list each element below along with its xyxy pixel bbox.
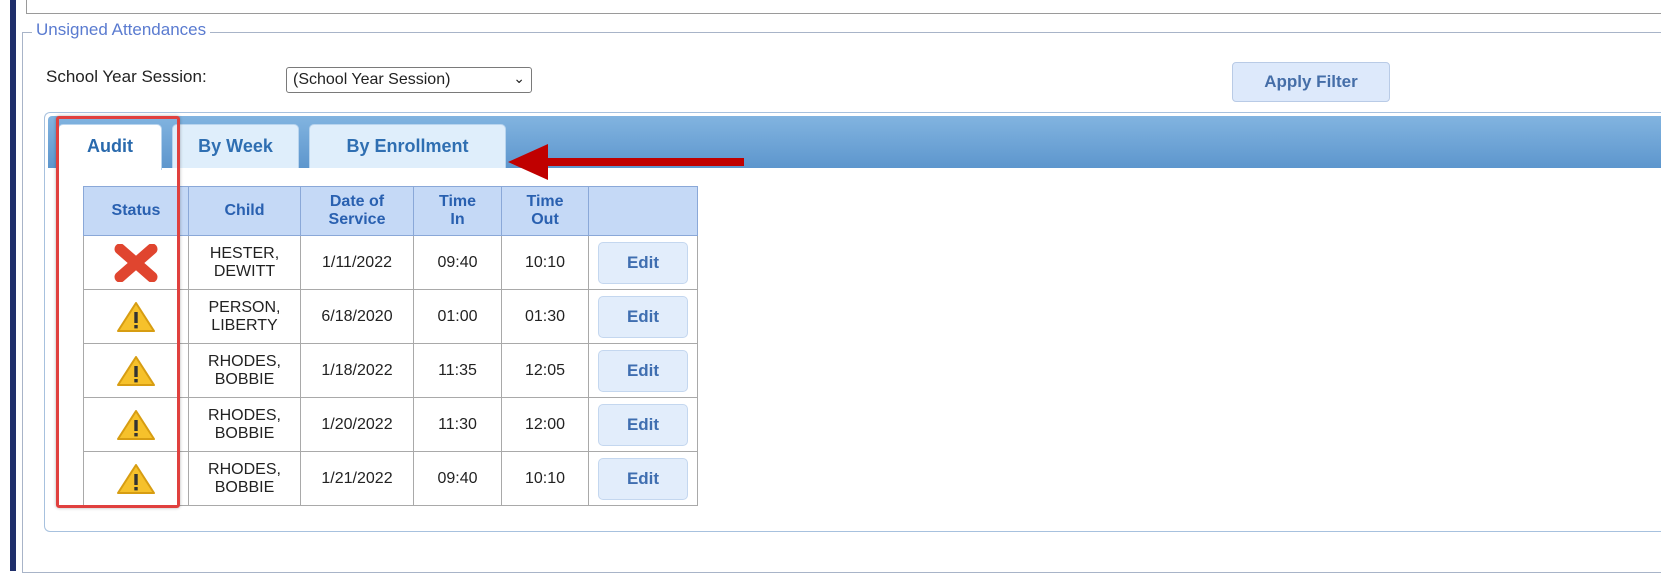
time-in-cell: 11:30: [413, 397, 502, 452]
edit-button[interactable]: Edit: [598, 241, 688, 284]
date-cell: 1/20/2022: [300, 397, 414, 452]
tab-by-enrollment[interactable]: By Enrollment: [309, 124, 506, 168]
edit-cell: Edit: [588, 343, 698, 398]
time-out-cell: 10:10: [501, 235, 589, 290]
time-out-cell: 10:10: [501, 451, 589, 506]
child-first-name: LIBERTY: [211, 316, 278, 334]
header-in-line2: In: [450, 211, 465, 228]
time-in-cell: 09:40: [413, 235, 502, 290]
edit-button[interactable]: Edit: [598, 457, 688, 500]
time-in-cell: 01:00: [413, 289, 502, 344]
child-last-name: RHODES,: [208, 352, 281, 370]
school-year-session-select[interactable]: (School Year Session) ⌄: [286, 67, 532, 93]
child-cell: HESTER, DEWITT: [188, 235, 301, 290]
header-out-line2: Out: [531, 211, 559, 228]
tab-by-week[interactable]: By Week: [172, 124, 299, 168]
child-last-name: HESTER,: [209, 244, 280, 262]
child-cell: PERSON, LIBERTY: [188, 289, 301, 344]
select-value: (School Year Session): [293, 71, 451, 88]
annotation-arrow-icon: [508, 144, 744, 180]
edit-cell: Edit: [588, 235, 698, 290]
child-first-name: BOBBIE: [214, 478, 275, 496]
edit-cell: Edit: [588, 289, 698, 344]
child-last-name: RHODES,: [208, 460, 281, 478]
edit-button[interactable]: Edit: [598, 295, 688, 338]
school-year-session-label: School Year Session:: [46, 67, 207, 86]
header-date-line2: Service: [328, 211, 386, 228]
chevron-down-icon: ⌄: [513, 70, 525, 86]
apply-filter-button[interactable]: Apply Filter: [1232, 62, 1390, 102]
date-cell: 1/11/2022: [300, 235, 414, 290]
header-out-line1: Time: [526, 193, 564, 210]
date-cell: 1/21/2022: [300, 451, 414, 506]
time-in-cell: 09:40: [413, 451, 502, 506]
header-time-out[interactable]: Time Out: [501, 186, 589, 236]
fieldset-legend: Unsigned Attendances: [32, 20, 211, 40]
child-cell: RHODES, BOBBIE: [188, 451, 301, 506]
time-out-cell: 12:00: [501, 397, 589, 452]
edit-button[interactable]: Edit: [598, 403, 688, 446]
child-first-name: BOBBIE: [214, 424, 275, 442]
header-child[interactable]: Child: [188, 186, 301, 236]
header-time-in[interactable]: Time In: [413, 186, 502, 236]
child-cell: RHODES, BOBBIE: [188, 397, 301, 452]
child-cell: RHODES, BOBBIE: [188, 343, 301, 398]
time-in-cell: 11:35: [413, 343, 502, 398]
date-cell: 6/18/2020: [300, 289, 414, 344]
date-cell: 1/18/2022: [300, 343, 414, 398]
edit-button[interactable]: Edit: [598, 349, 688, 392]
edit-cell: Edit: [588, 451, 698, 506]
time-out-cell: 12:05: [501, 343, 589, 398]
child-first-name: BOBBIE: [214, 370, 275, 388]
child-first-name: DEWITT: [213, 262, 276, 280]
time-out-cell: 01:30: [501, 289, 589, 344]
child-last-name: RHODES,: [208, 406, 281, 424]
status-highlight-box: [56, 116, 180, 508]
header-date-of-service[interactable]: Date of Service: [300, 186, 414, 236]
top-bar: [26, 0, 1661, 14]
header-actions: [588, 186, 698, 236]
child-last-name: PERSON,: [208, 298, 281, 316]
edit-cell: Edit: [588, 397, 698, 452]
header-date-line1: Date of: [329, 193, 385, 210]
header-in-line1: Time: [438, 193, 477, 210]
